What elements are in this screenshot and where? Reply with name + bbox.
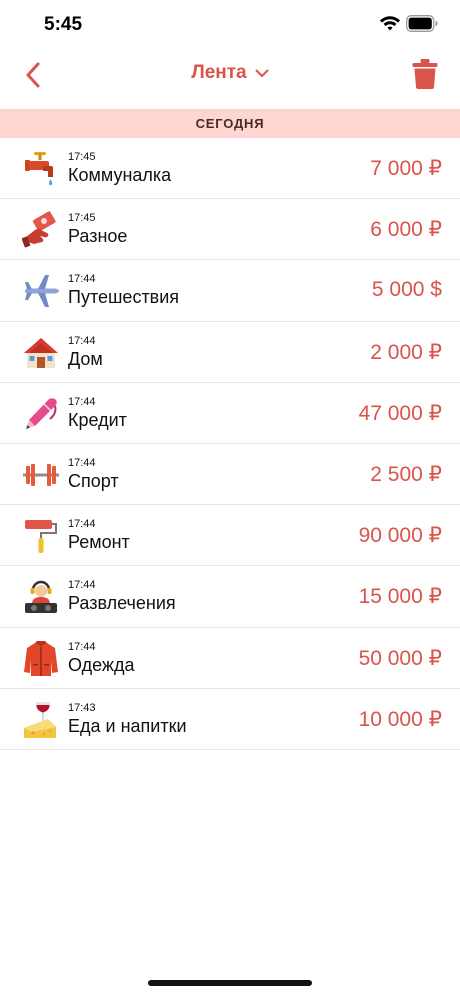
money-hand-icon	[22, 211, 56, 248]
house-icon	[24, 337, 58, 368]
transaction-amount: 15 000 ₽	[358, 585, 442, 609]
feed-selector[interactable]: Лента	[191, 62, 269, 84]
transaction-category: Путешествия	[68, 287, 180, 308]
dumbbell-icon	[23, 463, 59, 486]
wifi-icon	[380, 16, 400, 31]
trash-icon[interactable]	[412, 58, 438, 90]
transaction-amount: 10 000 ₽	[358, 707, 442, 731]
transaction-category: Спорт	[68, 470, 119, 491]
transaction-category: Дом	[68, 348, 103, 369]
section-header-today: СЕГОДНЯ	[0, 109, 460, 138]
transaction-category: Разное	[68, 226, 128, 247]
transaction-row[interactable]: 17:45 Коммуналка 7 000 ₽	[0, 138, 460, 200]
transaction-time: 17:45	[68, 151, 96, 163]
transaction-time: 17:44	[68, 334, 96, 347]
transaction-amount: 2 000 ₽	[370, 340, 442, 364]
transaction-row[interactable]: 17:44 Одежда 50 000 ₽	[0, 628, 460, 689]
transaction-time: 17:44	[68, 395, 96, 408]
transaction-category: Кредит	[68, 409, 127, 430]
battery-icon	[406, 15, 438, 32]
transaction-row[interactable]: 17:44 Кредит 47 000 ₽	[0, 383, 460, 444]
status-time: 5:45	[44, 14, 83, 35]
dj-icon	[25, 581, 57, 614]
paint-roller-icon	[25, 520, 57, 554]
jacket-icon	[24, 640, 58, 676]
transaction-time: 17:44	[68, 579, 96, 592]
transaction-amount: 90 000 ₽	[358, 524, 442, 548]
status-bar: 5:45	[0, 0, 460, 50]
transaction-row[interactable]: 17:44 Спорт 2 500 ₽	[0, 444, 460, 506]
nav-bar: Лента	[0, 50, 460, 108]
transaction-category: Одежда	[68, 654, 135, 675]
transaction-row[interactable]: 17:45 Разное 6 000 ₽	[0, 199, 460, 261]
transaction-time: 17:45	[68, 212, 96, 225]
transaction-row[interactable]: 17:44 Ремонт 90 000 ₽	[0, 505, 460, 567]
transaction-row[interactable]: 17:43 Еда и напитки 10 000 ₽	[0, 689, 460, 750]
transaction-time: 17:44	[68, 518, 96, 531]
transaction-row[interactable]: 17:44 Развлечения 15 000 ₽	[0, 566, 460, 628]
pen-icon	[26, 397, 57, 429]
transaction-category: Развлечения	[68, 593, 176, 614]
transaction-time: 17:44	[68, 456, 96, 469]
nav-title: Лента	[191, 62, 247, 83]
transaction-time: 17:43	[68, 701, 96, 714]
wine-cheese-icon	[24, 701, 56, 738]
transaction-time: 17:44	[68, 273, 96, 286]
faucet-icon	[25, 152, 53, 186]
nav-title-container: Лента	[0, 62, 460, 84]
transaction-list: 17:45 Коммуналка 7 000 ₽ 17:45 Разное 6 …	[0, 138, 460, 750]
transaction-amount: 47 000 ₽	[358, 401, 442, 425]
transaction-amount: 6 000 ₽	[370, 218, 442, 242]
transaction-amount: 50 000 ₽	[358, 646, 442, 670]
transaction-category: Еда и напитки	[68, 715, 187, 736]
chevron-down-icon	[255, 69, 269, 77]
airplane-icon	[25, 275, 59, 308]
transaction-amount: 5 000 $	[371, 278, 442, 302]
home-indicator[interactable]	[148, 980, 312, 986]
transaction-time: 17:44	[68, 640, 96, 653]
transaction-amount: 7 000 ₽	[370, 157, 442, 180]
transaction-row[interactable]: 17:44 Путешествия 5 000 $	[0, 260, 460, 322]
transaction-category: Ремонт	[68, 532, 130, 553]
transaction-amount: 2 500 ₽	[370, 462, 442, 486]
transaction-row[interactable]: 17:44 Дом 2 000 ₽	[0, 322, 460, 383]
transaction-category: Коммуналка	[68, 165, 172, 185]
app-screen: 5:45 Лента СЕГОДНЯ 17:45 Коммуналка 7 00…	[0, 0, 460, 996]
